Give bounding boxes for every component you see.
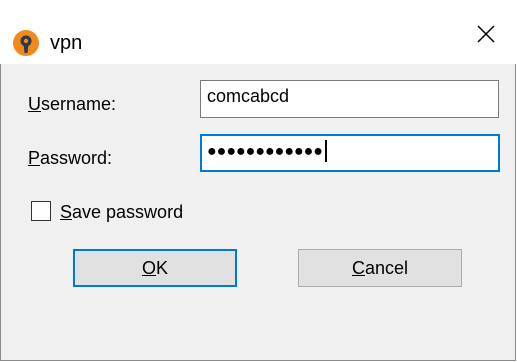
openvpn-logo-icon <box>12 29 40 57</box>
window-title: vpn <box>50 32 83 54</box>
save-password-checkbox[interactable] <box>31 201 51 221</box>
save-password-accel: S <box>60 202 73 222</box>
password-field[interactable]: ●●●●●●●●●●●● <box>200 134 500 172</box>
text-caret <box>324 140 327 163</box>
password-masked-value: ●●●●●●●●●●●● <box>207 143 323 160</box>
close-icon <box>476 24 496 49</box>
title-bar: vpn <box>0 12 517 64</box>
username-field[interactable]: comcabcd <box>200 80 499 118</box>
username-value: comcabcd <box>207 86 290 106</box>
ok-button[interactable]: OK <box>73 249 237 287</box>
ok-accel: O <box>141 257 156 278</box>
cancel-button[interactable]: Cancel <box>298 249 462 287</box>
cancel-accel: C <box>351 257 365 278</box>
close-button[interactable] <box>462 16 510 56</box>
password-label-text: assword: <box>40 148 113 168</box>
save-password-text: ave password <box>72 202 184 222</box>
password-label: Password: <box>28 147 112 169</box>
username-label-accel: U <box>28 94 41 114</box>
cancel-label: ancel <box>364 257 409 278</box>
save-password-label[interactable]: Save password <box>60 201 183 223</box>
login-dialog <box>0 12 516 361</box>
username-label-text: sername: <box>41 94 117 114</box>
ok-label: K <box>156 257 169 278</box>
password-label-accel: P <box>28 148 41 168</box>
username-label: Username: <box>28 93 116 115</box>
screen-top-strip <box>0 0 517 12</box>
